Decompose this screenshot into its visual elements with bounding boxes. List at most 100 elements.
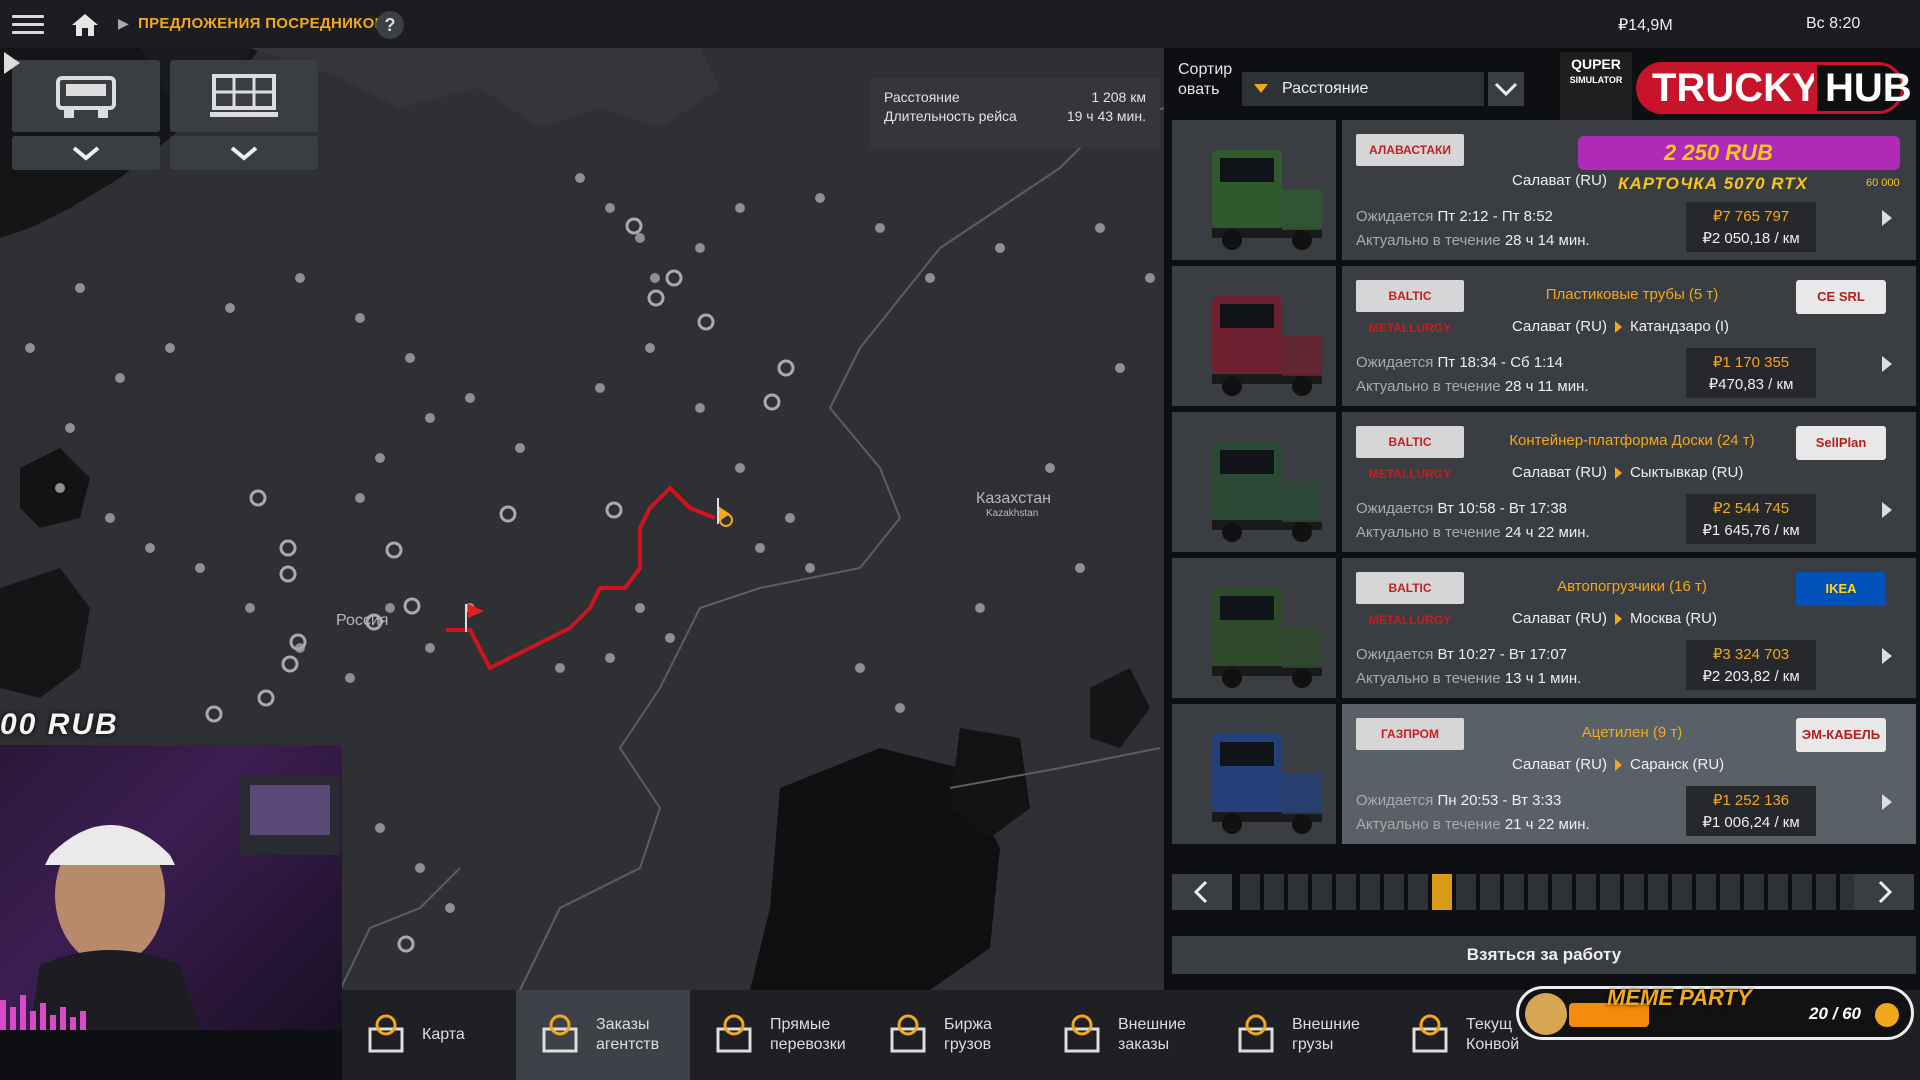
take-job-button[interactable]: Взяться за работу [1172, 936, 1916, 974]
trailer-icon [210, 74, 278, 117]
page-dot[interactable] [1456, 874, 1476, 910]
help-icon[interactable]: ? [376, 11, 404, 39]
valid-time: Актуально в течение 21 ч 22 мин. [1356, 816, 1590, 833]
chevron-down-icon [230, 146, 258, 161]
page-dot[interactable] [1360, 874, 1380, 910]
expand-panel-icon[interactable] [0, 48, 24, 78]
page-dot[interactable] [1384, 874, 1404, 910]
job-card[interactable]: BALTIC METALLURGY Пластиковые трубы (5 т)… [1342, 266, 1916, 406]
truck-thumbnail [1172, 266, 1336, 406]
job-card[interactable]: ГАЗПРОМ Ацетилен (9 т) ЭМ-КАБЕЛЬ Салават (R… [1342, 704, 1916, 844]
job-offer[interactable]: ГАЗПРОМ Ацетилен (9 т) ЭМ-КАБЕЛЬ Салават (R… [1172, 704, 1916, 844]
page-dot[interactable] [1624, 874, 1644, 910]
nav-label-line2: грузов [944, 1036, 992, 1053]
open-job-icon[interactable] [1882, 648, 1892, 664]
receiver-company-logo: IKEA [1796, 572, 1886, 606]
job-offer[interactable]: BALTIC METALLURGY Автопогрузчики (16 т) IK… [1172, 558, 1916, 698]
nav-label-line2: перевозки [770, 1036, 846, 1053]
origin-city: Салават (RU) [1512, 610, 1607, 627]
top-bar: ▶ ПРЕДЛОЖЕНИЯ ПОСРЕДНИКОВ ? ₽14,9M Вс 8:… [0, 0, 1920, 48]
page-dot[interactable] [1432, 874, 1452, 910]
page-dot[interactable] [1240, 874, 1260, 910]
convoy-icon [1412, 1014, 1448, 1053]
cargo-exchange-icon [890, 1014, 926, 1053]
route: Салават (RU) Москва (RU) [1512, 610, 1717, 627]
page-dot[interactable] [1600, 874, 1620, 910]
truck-filter-button[interactable] [12, 60, 160, 132]
price-box: ₽2 544 745 ₽1 645,76 / км [1686, 494, 1816, 544]
page-dot[interactable] [1696, 874, 1716, 910]
page-dot[interactable] [1552, 874, 1572, 910]
nav-item-3[interactable]: Биржа грузов [864, 990, 1038, 1080]
route-info-panel: Расстояние 1 208 км Длительность рейса 19 … [870, 78, 1160, 148]
truck-filter-dropdown[interactable] [12, 136, 160, 170]
expected-time: Ожидается Пн 20:53 - Вт 3:33 [1356, 792, 1561, 809]
country-label-kazakhstan-en: Kazakhstan [986, 508, 1039, 519]
price-per-km: ₽1 006,24 / км [1702, 814, 1800, 831]
truck-thumbnail [1172, 412, 1336, 552]
open-job-icon[interactable] [1882, 356, 1892, 372]
page-dot[interactable] [1408, 874, 1428, 910]
nav-item-1[interactable]: Заказы агентств [516, 990, 690, 1080]
sort-select[interactable]: Расстояние [1242, 72, 1484, 106]
distance-label: Расстояние [884, 89, 960, 105]
nav-label-line2: заказы [1118, 1036, 1170, 1053]
job-offer[interactable]: BALTIC METALLURGY Контейнер-платформа Дос… [1172, 412, 1916, 552]
page-dot[interactable] [1312, 874, 1332, 910]
valid-time: Актуально в течение 13 ч 1 мин. [1356, 670, 1581, 687]
job-card[interactable]: BALTIC METALLURGY Автопогрузчики (16 т) IK… [1342, 558, 1916, 698]
open-job-icon[interactable] [1882, 794, 1892, 810]
page-dot[interactable] [1264, 874, 1284, 910]
nav-item-0[interactable]: Карта [342, 990, 516, 1080]
page-dot[interactable] [1672, 874, 1692, 910]
distance-value: 1 208 км [1091, 89, 1146, 105]
balance: ₽14,9M [1618, 17, 1673, 34]
valid-value: 21 ч 22 мин. [1504, 816, 1590, 833]
job-price: ₽3 324 703 [1712, 646, 1790, 663]
expected-time: Ожидается Пт 2:12 - Пт 8:52 [1356, 208, 1553, 225]
next-page-button[interactable] [1854, 874, 1914, 910]
trailer-filter-button[interactable] [170, 60, 318, 132]
page-dot[interactable] [1288, 874, 1308, 910]
valid-value: 24 ч 22 мин. [1504, 524, 1590, 541]
country-label-kazakhstan: Казахстан [976, 490, 1051, 507]
nav-label-line2: Конвой [1466, 1036, 1520, 1053]
page-dot[interactable] [1744, 874, 1764, 910]
truck-thumbnail [1172, 704, 1336, 844]
receiver-company-logo: CE SRL [1796, 280, 1886, 314]
page-dot[interactable] [1720, 874, 1740, 910]
trailer-filter-dropdown[interactable] [170, 136, 318, 170]
job-card[interactable]: BALTIC METALLURGY Контейнер-платформа Дос… [1342, 412, 1916, 552]
page-dot[interactable] [1648, 874, 1668, 910]
open-job-icon[interactable] [1882, 502, 1892, 518]
page-dot[interactable] [1528, 874, 1548, 910]
job-offer[interactable]: BALTIC METALLURGY Пластиковые трубы (5 т)… [1172, 266, 1916, 406]
home-icon[interactable] [70, 12, 100, 38]
page-dot[interactable] [1336, 874, 1356, 910]
menu-icon[interactable] [12, 10, 44, 38]
page-dot[interactable] [1504, 874, 1524, 910]
previous-page-button[interactable] [1172, 874, 1232, 910]
price-box: ₽7 765 797 ₽2 050,18 / км [1686, 202, 1816, 252]
page-dot[interactable] [1792, 874, 1812, 910]
nav-label-line1: Карта [422, 1026, 465, 1043]
chevron-right-icon [1878, 880, 1893, 904]
sort-dropdown-button[interactable] [1488, 72, 1524, 106]
nav-item-2[interactable]: Прямые перевозки [690, 990, 864, 1080]
nav-item-5[interactable]: Внешние грузы [1212, 990, 1386, 1080]
page-dot[interactable] [1816, 874, 1836, 910]
open-job-icon[interactable] [1882, 210, 1892, 226]
page-dot[interactable] [1768, 874, 1788, 910]
promo-item: КАРТОЧКА 5070 RTX [1618, 174, 1808, 193]
page-dot[interactable] [1480, 874, 1500, 910]
nav-item-4[interactable]: Внешние заказы [1038, 990, 1212, 1080]
valid-time: Актуально в течение 28 ч 14 мин. [1356, 232, 1590, 249]
page-dot[interactable] [1576, 874, 1596, 910]
receiver-company-logo: SellPlan [1796, 426, 1886, 460]
price-per-km: ₽1 645,76 / км [1702, 522, 1800, 539]
quper-logo-line2: SIMULATOR [1569, 75, 1623, 85]
sort-label-line1: Сортир [1178, 61, 1233, 78]
meme-party-widget: MEME PARTY 20 / 60 [1516, 985, 1914, 1040]
destination-city: Москва (RU) [1629, 610, 1717, 627]
route: Салават (RU) Катандзаро (I) [1512, 318, 1729, 335]
